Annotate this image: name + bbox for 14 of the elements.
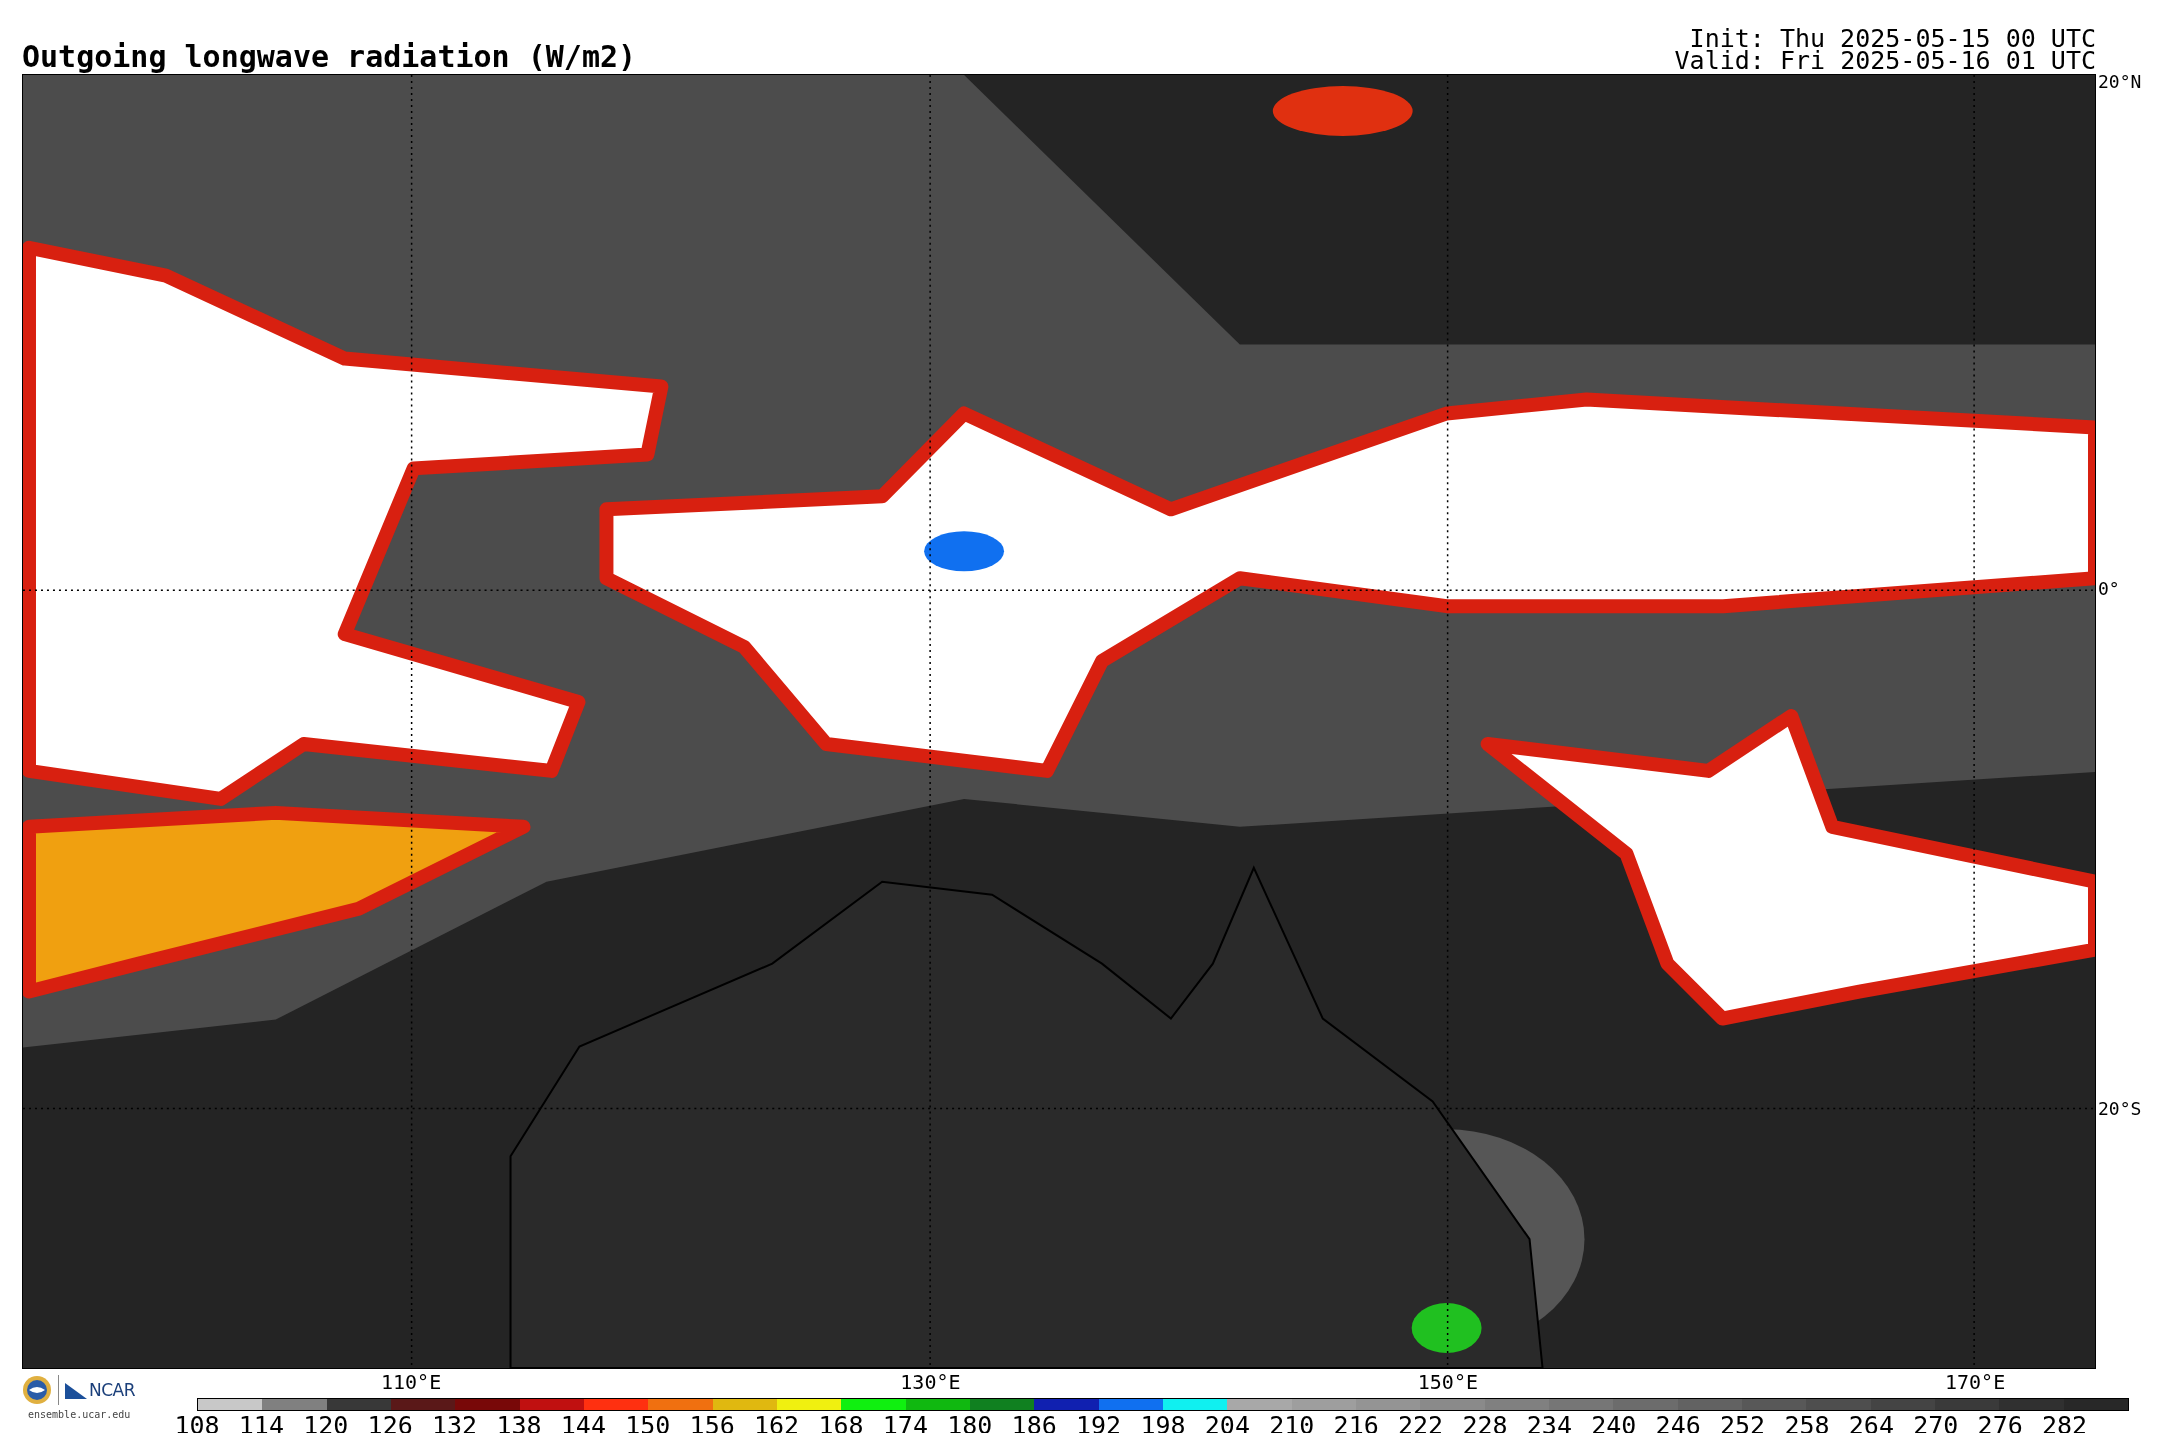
latitude-label: 20°N [2098,71,2142,92]
triangle-logo-icon [65,1381,87,1399]
website-text: ensemble.ucar.edu [28,1409,131,1420]
longitude-label: 150°E [1417,1371,1478,1393]
latitude-label: 0° [2098,579,2120,600]
agency-logo-text: NCAR [89,1380,136,1400]
run-time-text: Init: Thu 2025-05-15 00 UTC [1689,28,2096,50]
latitude-label: 20°S [2098,1098,2142,1119]
globe-logo-icon [22,1375,52,1405]
run-time-text: Valid: Fri 2025-05-16 01 UTC [1674,50,2096,72]
longitude-label: 110°E [380,1371,442,1393]
chart-title: Outgoing longwave radiation (W/m2) [22,40,637,74]
longitude-label: 170°E [1944,1371,2006,1393]
longitude-label: 130°E [900,1371,961,1393]
